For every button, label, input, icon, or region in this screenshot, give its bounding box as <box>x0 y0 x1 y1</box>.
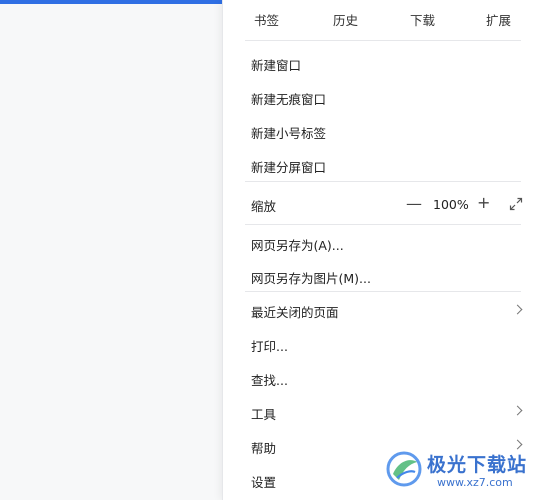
chevron-right-icon <box>512 405 523 416</box>
menu-divider <box>245 224 521 225</box>
menu-item-find[interactable]: 查找... <box>251 370 288 389</box>
zoom-out-button[interactable]: — <box>406 196 422 212</box>
tab-downloads[interactable]: 下载 <box>410 10 435 29</box>
page-accent-bar <box>0 0 222 4</box>
menu-divider <box>245 40 521 41</box>
menu-item-recently-closed[interactable]: 最近关闭的页面 <box>251 302 339 321</box>
watermark-title: 极光下载站 <box>427 454 528 476</box>
zoom-label: 缩放 <box>251 199 277 214</box>
chevron-right-icon <box>512 304 523 315</box>
menu-item-save-page-as[interactable]: 网页另存为(A)... <box>251 235 344 254</box>
watermark-url: www.xz7.com <box>437 476 513 489</box>
menu-divider <box>245 181 521 182</box>
site-watermark: 极光下载站 www.xz7.com <box>381 446 541 494</box>
menu-top-tabs: 书签 历史 下载 扩展 <box>223 0 547 38</box>
menu-item-tools[interactable]: 工具 <box>251 404 276 423</box>
tab-bookmarks[interactable]: 书签 <box>254 10 279 29</box>
menu-item-new-split-window[interactable]: 新建分屏窗口 <box>251 157 326 176</box>
browser-content-area <box>0 0 222 500</box>
zoom-level-value: 100% <box>433 197 469 212</box>
menu-item-new-window[interactable]: 新建窗口 <box>251 55 301 74</box>
menu-divider <box>245 291 521 292</box>
tab-history[interactable]: 历史 <box>333 10 358 29</box>
menu-item-new-incognito-window[interactable]: 新建无痕窗口 <box>251 89 326 108</box>
tab-extensions[interactable]: 扩展 <box>486 10 511 29</box>
watermark-logo-icon <box>386 451 422 487</box>
browser-main-menu: 书签 历史 下载 扩展 新建窗口 新建无痕窗口 新建小号标签 新建分屏窗口 缩放… <box>222 0 547 500</box>
fullscreen-icon[interactable] <box>509 197 523 211</box>
menu-item-settings[interactable]: 设置 <box>251 472 276 491</box>
menu-item-new-alt-account-tab[interactable]: 新建小号标签 <box>251 123 326 142</box>
menu-item-save-page-as-image[interactable]: 网页另存为图片(M)... <box>251 268 371 287</box>
menu-item-help[interactable]: 帮助 <box>251 438 276 457</box>
zoom-in-button[interactable]: + <box>477 195 490 211</box>
menu-item-print[interactable]: 打印... <box>251 336 288 355</box>
